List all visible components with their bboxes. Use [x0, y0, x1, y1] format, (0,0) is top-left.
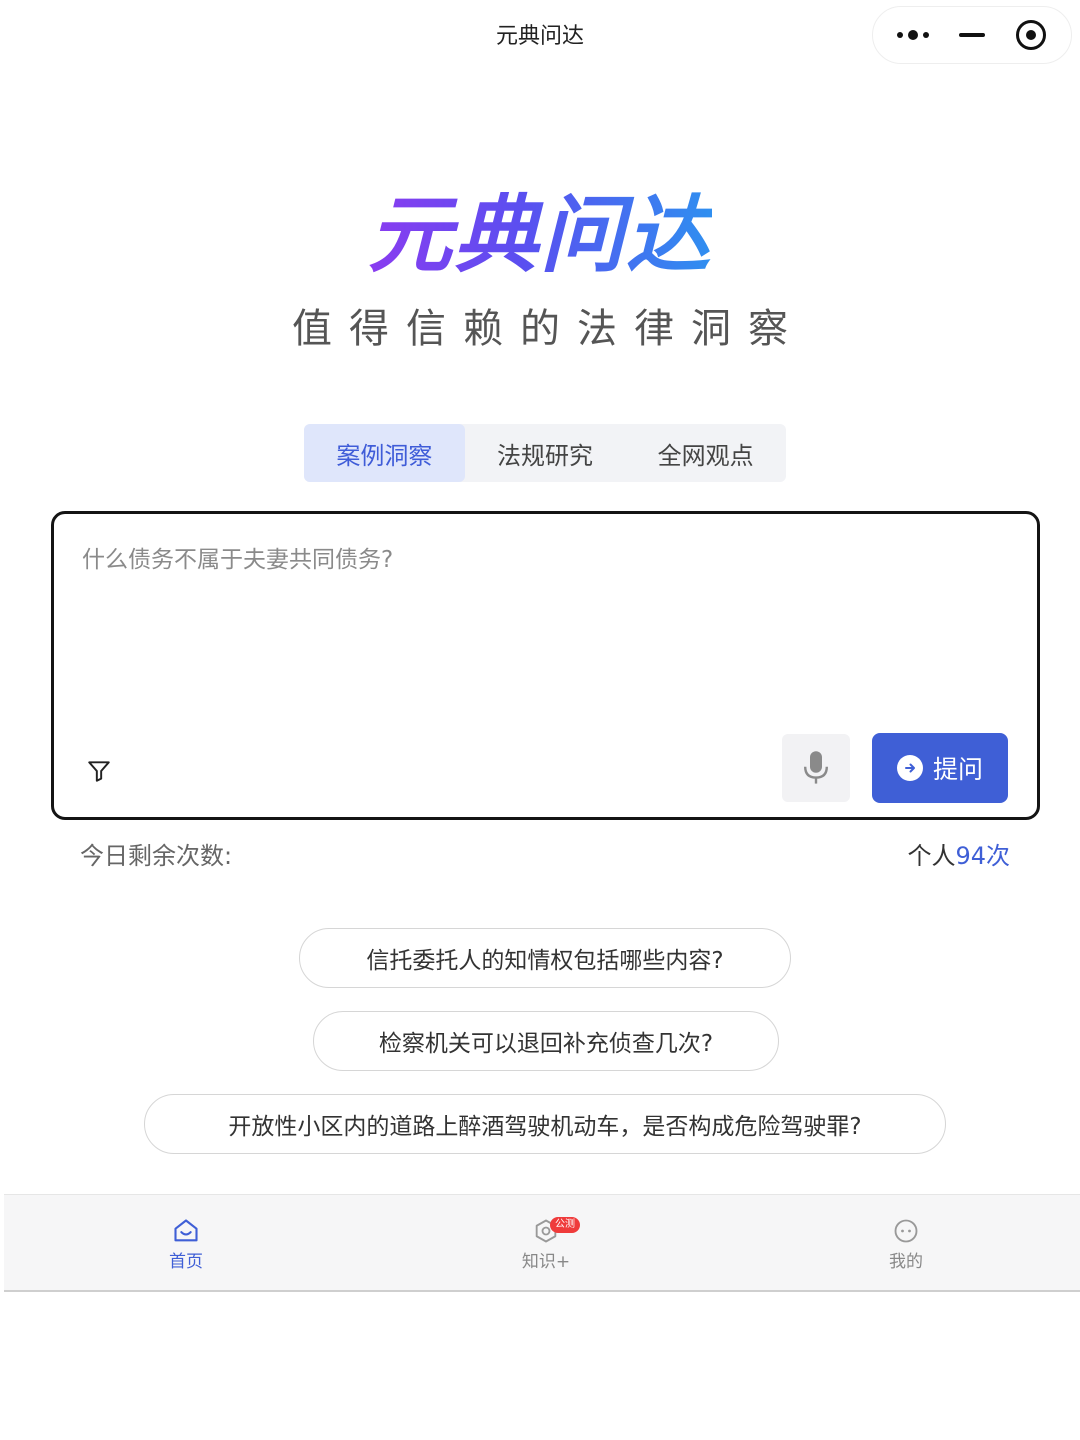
- arrow-right-icon: [896, 755, 923, 781]
- tabbar-label-knowledge: 知识+: [521, 1251, 571, 1272]
- beta-badge: 公测: [550, 1217, 580, 1233]
- quota-value: 个人94次: [907, 836, 1010, 871]
- bottom-tabbar: 首页 公测 知识+ 我的: [4, 1194, 1080, 1292]
- quota-suffix: 次: [986, 842, 1010, 870]
- quota-count: 94: [955, 842, 986, 870]
- filter-icon[interactable]: [86, 758, 112, 784]
- question-input[interactable]: [82, 540, 982, 580]
- minimize-icon: [958, 33, 985, 37]
- quota-prefix: 个人: [907, 842, 956, 870]
- minimize-button[interactable]: [947, 15, 997, 55]
- brand-logo-text: 元典问达: [367, 186, 712, 284]
- suggestion-chip-1[interactable]: 信托委托人的知情权包括哪些内容?: [299, 928, 791, 988]
- tabbar-item-profile[interactable]: 我的: [836, 1195, 976, 1293]
- more-dots-icon: [896, 30, 929, 40]
- tab-web-opinions[interactable]: 全网观点: [625, 424, 786, 482]
- profile-icon: [894, 1219, 918, 1242]
- tabbar-label-profile: 我的: [889, 1251, 923, 1272]
- mini-program-capsule: [872, 6, 1072, 64]
- target-close-icon: [1016, 20, 1047, 50]
- tab-case-insight[interactable]: 案例洞察: [304, 424, 465, 482]
- quota-label: 今日剩余次数:: [80, 842, 233, 870]
- more-button[interactable]: [888, 15, 938, 55]
- brand-slogan: 值得信赖的法律洞察: [292, 306, 805, 352]
- tabbar-label-home: 首页: [169, 1251, 203, 1272]
- close-button[interactable]: [1006, 15, 1056, 55]
- suggestion-chip-3[interactable]: 开放性小区内的道路上醉酒驾驶机动车，是否构成危险驾驶罪?: [144, 1094, 946, 1154]
- tabbar-item-knowledge[interactable]: 公测 知识+: [476, 1195, 616, 1293]
- voice-input-button[interactable]: [782, 734, 850, 802]
- suggestion-chip-2[interactable]: 检察机关可以退回补充侦查几次?: [313, 1011, 779, 1071]
- brand-logo: 元典问达: [0, 168, 1080, 289]
- tab-regulation-research[interactable]: 法规研究: [465, 424, 626, 482]
- question-box: 提问: [51, 511, 1040, 820]
- ask-submit-button[interactable]: 提问: [872, 733, 1008, 803]
- ask-submit-label: 提问: [932, 755, 983, 784]
- home-icon: [174, 1218, 198, 1241]
- microphone-icon: [804, 751, 828, 784]
- mode-tabs: 案例洞察 法规研究 全网观点: [304, 424, 786, 482]
- tabbar-item-home[interactable]: 首页: [116, 1195, 256, 1293]
